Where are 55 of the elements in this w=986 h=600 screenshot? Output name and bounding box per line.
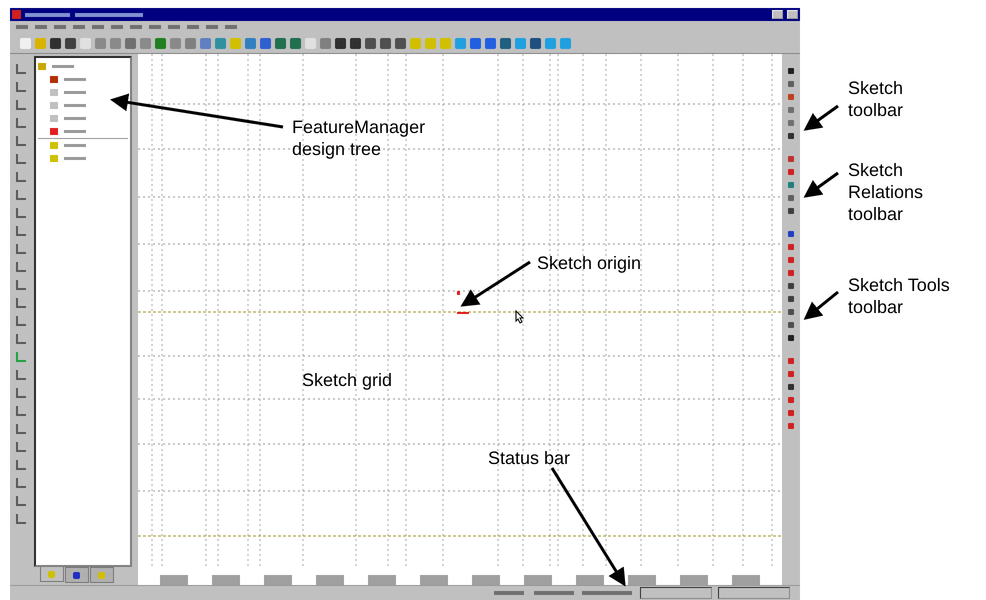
tree-node-icon[interactable]	[50, 155, 58, 162]
tree-node-icon[interactable]	[50, 115, 58, 122]
callout-label: FeatureManager design tree	[292, 116, 426, 160]
tool-icon[interactable]	[530, 38, 541, 48]
callout-arrow	[804, 172, 839, 198]
blurred-label-drawing	[64, 91, 86, 94]
tree-node-icon[interactable]	[50, 76, 58, 83]
tool-icon[interactable]	[395, 38, 406, 48]
blurred-label-drawing	[64, 104, 86, 107]
tool-icon[interactable]	[335, 38, 346, 48]
blurred-label-drawing	[64, 144, 86, 147]
app-icon	[12, 10, 21, 19]
config-tab[interactable]	[90, 567, 114, 583]
tree-node-icon[interactable]	[50, 102, 58, 109]
property-tab[interactable]	[64, 567, 89, 583]
callout-label: Sketch grid	[302, 369, 394, 391]
tool-icon[interactable]	[50, 38, 61, 48]
tool-icon[interactable]	[788, 283, 794, 289]
tree-node-icon[interactable]	[38, 63, 46, 70]
status-panel	[640, 587, 712, 599]
blurred-label-drawing	[52, 65, 74, 68]
callout-label: Status bar	[488, 447, 572, 469]
tool-icon[interactable]	[788, 296, 794, 302]
tool-icon[interactable]	[788, 322, 794, 328]
callout-arrow	[460, 260, 531, 307]
tree-node-icon[interactable]	[50, 89, 58, 96]
blurred-label-drawing	[64, 130, 86, 133]
callout-arrow	[804, 290, 839, 320]
callout-arrow	[804, 104, 839, 131]
feature-tab[interactable]	[40, 567, 64, 582]
tool-icon[interactable]	[788, 384, 794, 390]
tool-icon[interactable]	[788, 133, 794, 139]
close-button[interactable]	[787, 10, 798, 19]
callout-label: Sketch toolbar	[848, 77, 904, 121]
tool-icon[interactable]	[365, 38, 376, 48]
blurred-label-drawing	[64, 78, 86, 81]
minimize-button[interactable]	[772, 10, 783, 19]
blurred-label-drawing	[64, 157, 86, 160]
tool-icon[interactable]	[380, 38, 391, 48]
callout-label: Sketch Relations toolbar	[848, 159, 924, 225]
tree-node-icon[interactable]	[50, 142, 58, 149]
tool-icon[interactable]	[788, 309, 794, 315]
pointer-icon	[515, 310, 526, 324]
tool-icon[interactable]	[788, 335, 794, 341]
status-panel	[718, 587, 790, 599]
tree-node-icon[interactable]	[50, 128, 58, 135]
origin-icon	[455, 291, 472, 317]
callout-label: Sketch Tools toolbar	[848, 274, 951, 318]
tool-icon[interactable]	[65, 38, 76, 48]
tool-icon[interactable]	[788, 208, 794, 214]
blurred-label-drawing	[64, 117, 86, 120]
tool-icon[interactable]	[788, 68, 794, 74]
tool-icon[interactable]	[350, 38, 361, 48]
tool-icon[interactable]	[788, 231, 794, 237]
callout-label: Sketch origin	[537, 252, 642, 274]
